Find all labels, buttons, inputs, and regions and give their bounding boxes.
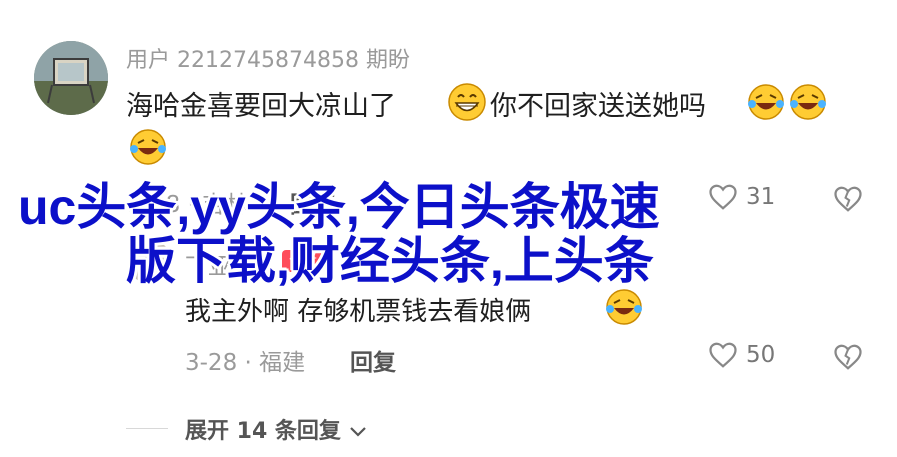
- laughing-crying-emoji-icon: [790, 84, 826, 120]
- broken-heart-icon[interactable]: [833, 343, 863, 371]
- laughing-crying-emoji-icon: [606, 289, 642, 325]
- reply-like-count: 50: [746, 342, 776, 368]
- comment-like-button[interactable]: 31: [708, 183, 775, 211]
- laughing-crying-emoji-icon: [130, 129, 166, 165]
- laughing-crying-emoji-icon: [748, 84, 784, 120]
- comment-text-part1: 海哈金喜要回大凉山了: [126, 91, 396, 122]
- reply-reply-button[interactable]: 回复: [350, 343, 396, 377]
- reply-date-location: 3-28 · 福建: [185, 350, 306, 376]
- expand-replies-button[interactable]: 展开 14 条回复: [185, 413, 367, 445]
- reply-text: 我主外啊 存够机票钱去看娘俩: [185, 297, 532, 327]
- overlay-text-line2: 版下载,财经头条,上头条: [126, 233, 654, 289]
- avatar[interactable]: [34, 41, 108, 115]
- heart-outline-icon: [709, 342, 737, 368]
- reply-like-button[interactable]: 50: [708, 341, 775, 369]
- expand-divider: [126, 428, 168, 429]
- overlay-text-line1: uc头条,yy头条,今日头条极速: [18, 179, 660, 235]
- comment-text-part2: 你不回家送送她吗: [490, 91, 706, 122]
- comment-text: 海哈金喜要回大凉山了: [126, 84, 396, 123]
- avatar-image: [34, 41, 108, 115]
- chevron-down-icon: [349, 427, 366, 437]
- comment-like-count: 31: [746, 184, 776, 210]
- heart-outline-icon: [709, 184, 737, 210]
- grinning-emoji-icon: [448, 83, 486, 121]
- expand-replies-label: 展开 14 条回复: [185, 419, 341, 444]
- broken-heart-icon[interactable]: [833, 185, 863, 213]
- comment-username[interactable]: 用户 2212745874858 期盼: [126, 42, 410, 74]
